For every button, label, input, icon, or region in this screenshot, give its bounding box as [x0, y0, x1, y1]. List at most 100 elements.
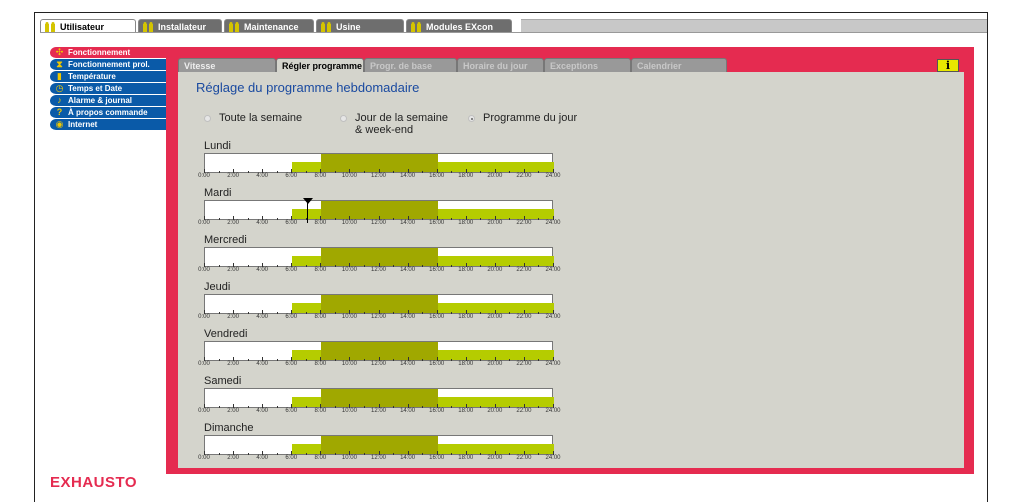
time-tick [276, 312, 278, 314]
time-label: 14:00 [400, 314, 416, 320]
question-icon: ? [56, 107, 63, 117]
radio-all-week[interactable]: Toute la semaine [204, 112, 302, 124]
time-tick [218, 265, 220, 267]
time-axis: 0:00 2:00 4:00 6:00 8:00 10:00 12:00 14:00 16:00… [198, 263, 561, 277]
time-label: 8:00 [314, 455, 327, 461]
time-marker-icon[interactable] [303, 198, 313, 204]
radio-weekday-weekend[interactable]: Jour de la semaine & week-end [340, 112, 448, 136]
schedule-segment[interactable] [292, 350, 322, 360]
time-label: 2:00 [227, 173, 239, 179]
subtab-6[interactable]: Calendrier [631, 58, 727, 72]
time-label: 0:00 [198, 314, 210, 320]
time-label: 16:00 [429, 173, 445, 179]
subtab-2[interactable]: Régler programme [276, 58, 364, 72]
subtab-1[interactable]: Vitesse [178, 58, 276, 72]
time-label: 8:00 [314, 267, 327, 273]
time-label: 10:00 [341, 220, 357, 226]
time-label: 14:00 [400, 408, 416, 414]
nav-item-1[interactable]: ✣ Fonctionnement [50, 47, 166, 59]
nav-item-5[interactable]: ♪ Alarme & journal [50, 95, 166, 107]
day-row: Mardi 0:00 2:00 4:00 6:00 8:00 10:00 12:00 14:00… [198, 187, 564, 230]
bell-icon: ♪ [57, 95, 62, 105]
time-label: 10:00 [341, 314, 357, 320]
time-tick [422, 265, 424, 267]
time-tick [247, 265, 249, 267]
time-label: 14:00 [400, 455, 416, 461]
nav-item-label: À propos commande [68, 108, 148, 117]
time-label: 8:00 [314, 408, 327, 414]
time-label: 24:00 [545, 173, 561, 179]
nav-item-4[interactable]: ◷ Temps et Date [50, 83, 166, 95]
time-tick [334, 359, 336, 361]
time-label: 18:00 [458, 267, 474, 273]
day-row: Jeudi 0:00 2:00 4:00 6:00 8:00 10:00 12:00 14:00… [198, 281, 564, 324]
radio-dot[interactable] [204, 115, 211, 122]
time-tick [538, 359, 540, 361]
schedule-segment[interactable] [292, 444, 322, 454]
radio-dot[interactable] [340, 115, 347, 122]
time-tick [393, 218, 395, 220]
tab-modules-excon[interactable]: Modules EXcon [406, 19, 512, 33]
time-tick [451, 406, 453, 408]
time-label: 24:00 [545, 220, 561, 226]
subtab-3[interactable]: Progr. de base [364, 58, 457, 72]
info-button[interactable]: i [937, 59, 959, 72]
time-tick [393, 312, 395, 314]
time-label: 16:00 [429, 361, 445, 367]
nav-item-7[interactable]: ◉ Internet [50, 119, 166, 131]
time-tick [363, 312, 365, 314]
time-tick [334, 312, 336, 314]
time-label: 22:00 [516, 361, 532, 367]
time-label: 22:00 [516, 455, 532, 461]
time-axis: 0:00 2:00 4:00 6:00 8:00 10:00 12:00 14:00 16:00… [198, 451, 561, 465]
time-label: 0:00 [198, 220, 210, 226]
radio-day-program[interactable]: Programme du jour [468, 112, 577, 124]
time-label: 10:00 [341, 455, 357, 461]
time-tick [538, 171, 540, 173]
time-tick [247, 171, 249, 173]
time-tick [334, 406, 336, 408]
nav-item-label: Fonctionnement prol. [68, 60, 150, 69]
time-tick [305, 265, 307, 267]
tab-usine[interactable]: Usine [316, 19, 404, 33]
time-label: 2:00 [227, 314, 239, 320]
time-axis: 0:00 2:00 4:00 6:00 8:00 10:00 12:00 14:00 16:00… [198, 169, 561, 183]
nav-item-6[interactable]: ? À propos commande [50, 107, 166, 119]
nav-item-2[interactable]: ⧗ Fonctionnement prol. [50, 59, 166, 71]
time-tick [247, 359, 249, 361]
time-tick [480, 312, 482, 314]
time-tick [538, 453, 540, 455]
brand-logo: EXHAUSTO [50, 474, 138, 491]
time-label: 22:00 [516, 267, 532, 273]
schedule-segment[interactable] [292, 256, 322, 266]
time-label: 4:00 [256, 455, 268, 461]
tab-label: Installateur [158, 21, 207, 32]
time-tick [451, 359, 453, 361]
day-label: Mercredi [204, 234, 247, 246]
time-tick [509, 265, 511, 267]
time-label: 10:00 [341, 267, 357, 273]
time-label: 18:00 [458, 173, 474, 179]
tab-utilisateur[interactable]: Utilisateur [40, 19, 136, 33]
time-tick [218, 359, 220, 361]
time-tick [480, 406, 482, 408]
time-tick [451, 453, 453, 455]
nav-item-3[interactable]: ▮ Température [50, 71, 166, 83]
schedule-segment[interactable] [292, 303, 322, 313]
subtab-5[interactable]: Exceptions [544, 58, 631, 72]
subtab-4[interactable]: Horaire du jour [457, 58, 544, 72]
time-label: 12:00 [370, 455, 387, 461]
time-tick [305, 406, 307, 408]
time-tick [276, 265, 278, 267]
tab-divider [40, 32, 987, 33]
schedule-segment[interactable] [292, 397, 322, 407]
time-label: 2:00 [227, 267, 239, 273]
tab-installateur[interactable]: Installateur [138, 19, 222, 33]
time-label: 4:00 [256, 267, 268, 273]
time-tick [218, 312, 220, 314]
time-label: 22:00 [516, 408, 532, 414]
time-tick [422, 359, 424, 361]
tab-maintenance[interactable]: Maintenance [224, 19, 314, 33]
schedule-segment[interactable] [292, 162, 322, 172]
radio-dot-selected[interactable] [468, 115, 475, 122]
